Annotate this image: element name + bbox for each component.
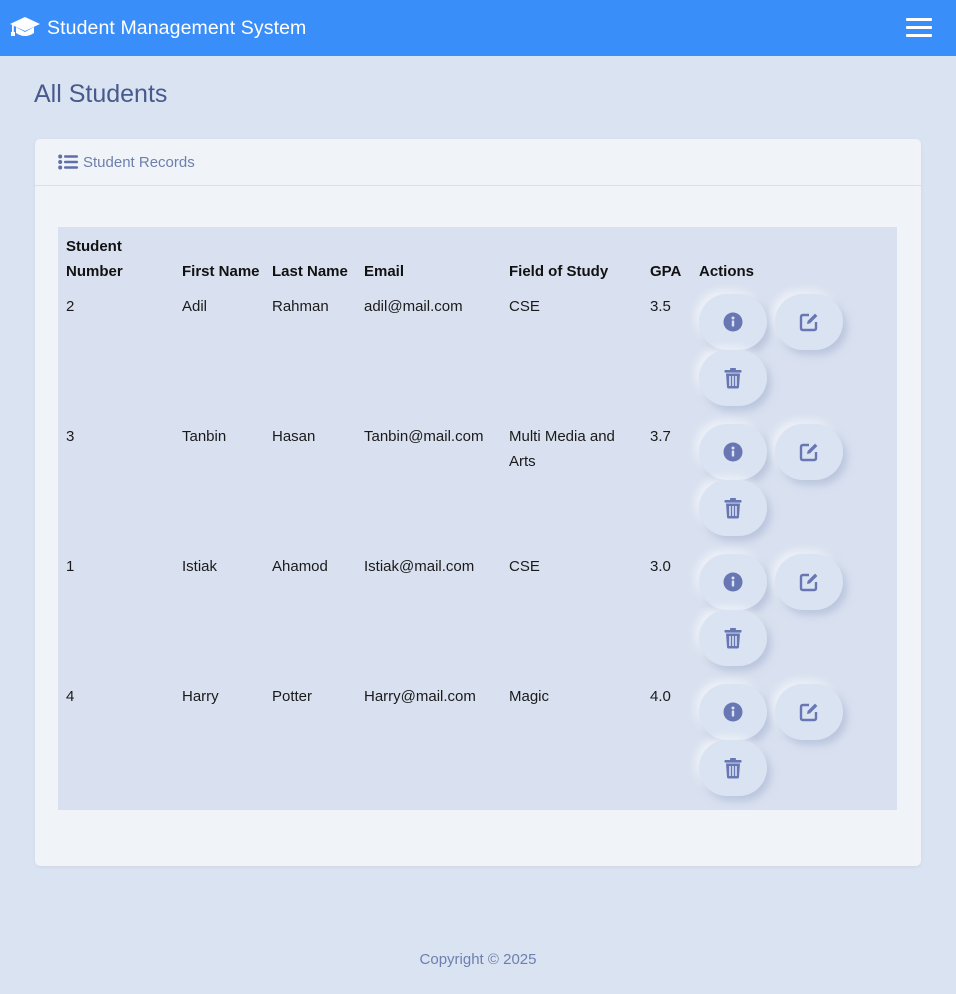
delete-button[interactable] (699, 350, 767, 406)
cell-email: Istiak@mail.com (364, 558, 475, 575)
delete-button[interactable] (699, 480, 767, 536)
table-row: 4 Harry Potter Harry@mail.com Magic 4.0 (58, 682, 897, 812)
navbar: Student Management System (0, 0, 956, 56)
cell-student-number: 4 (66, 688, 75, 705)
cell-gpa: 3.7 (650, 428, 671, 445)
trash-icon (724, 367, 742, 389)
cell-actions (699, 552, 897, 682)
cell-first-name: Istiak (182, 558, 218, 575)
cell-last-name: Potter (272, 688, 313, 705)
cell-student-number: 3 (66, 428, 75, 445)
cell-email: Tanbin@mail.com (364, 428, 484, 445)
edit-icon (799, 572, 819, 592)
row-actions (699, 684, 859, 809)
cell-first-name: Adil (182, 298, 208, 315)
col-email: Email (364, 263, 405, 280)
cell-email: Harry@mail.com (364, 688, 476, 705)
trash-icon (724, 757, 742, 779)
list-icon (58, 154, 78, 170)
card-header: Student Records (35, 139, 921, 186)
cell-field-of-study: Magic (509, 688, 550, 705)
page-title: All Students (34, 80, 168, 108)
edit-button[interactable] (775, 294, 843, 350)
table-row: 1 Istiak Ahamod Istiak@mail.com CSE 3.0 (58, 552, 897, 682)
info-icon (723, 442, 743, 462)
view-details-button[interactable] (699, 294, 767, 350)
row-actions (699, 294, 859, 419)
col-gpa: GPA (650, 263, 682, 280)
col-last-name: Last Name (272, 263, 348, 280)
table-row: 2 Adil Rahman adil@mail.com CSE 3.5 (58, 292, 897, 422)
cell-field-of-study: CSE (509, 298, 540, 315)
cell-last-name: Ahamod (272, 558, 328, 575)
cell-field-of-study: CSE (509, 558, 540, 575)
trash-icon (724, 627, 742, 649)
edit-icon (799, 702, 819, 722)
card-header-title: Student Records (83, 153, 195, 171)
edit-button[interactable] (775, 554, 843, 610)
edit-button[interactable] (775, 684, 843, 740)
hamburger-menu-icon[interactable] (906, 16, 932, 38)
col-first-name: First Name (182, 263, 260, 280)
info-icon (723, 312, 743, 332)
info-icon (723, 702, 743, 722)
students-table-wrapper: Student Number First Name Last Name Emai… (58, 227, 897, 810)
cell-first-name: Tanbin (182, 428, 227, 445)
view-details-button[interactable] (699, 684, 767, 740)
cell-last-name: Rahman (272, 298, 329, 315)
cell-student-number: 1 (66, 558, 75, 575)
view-details-button[interactable] (699, 424, 767, 480)
graduation-cap-icon (9, 16, 41, 40)
table-header-row: Student Number First Name Last Name Emai… (58, 227, 897, 292)
student-records-card: Student Records Student Number First Nam… (35, 139, 921, 866)
table-row: 3 Tanbin Hasan Tanbin@mail.com Multi Med… (58, 422, 897, 552)
col-actions: Actions (699, 263, 755, 280)
cell-student-number: 2 (66, 298, 75, 315)
cell-first-name: Harry (182, 688, 219, 705)
cell-actions (699, 292, 897, 422)
cell-gpa: 3.0 (650, 558, 671, 575)
cell-email: adil@mail.com (364, 298, 463, 315)
cell-actions (699, 422, 897, 552)
col-field-of-study: Field of Study (509, 263, 609, 280)
edit-icon (799, 312, 819, 332)
cell-field-of-study: Multi Media and Arts (509, 428, 615, 470)
delete-button[interactable] (699, 610, 767, 666)
row-actions (699, 424, 859, 549)
cell-gpa: 4.0 (650, 688, 671, 705)
cell-gpa: 3.5 (650, 298, 671, 315)
cell-last-name: Hasan (272, 428, 316, 445)
edit-button[interactable] (775, 424, 843, 480)
delete-button[interactable] (699, 740, 767, 796)
footer-copyright: Copyright © 2025 (419, 951, 537, 968)
cell-actions (699, 682, 897, 812)
view-details-button[interactable] (699, 554, 767, 610)
brand-link[interactable]: Student Management System (9, 16, 306, 40)
brand-title: Student Management System (47, 16, 307, 39)
col-student-number: Student Number (66, 238, 123, 280)
edit-icon (799, 442, 819, 462)
students-table: Student Number First Name Last Name Emai… (58, 227, 897, 812)
row-actions (699, 554, 859, 679)
info-icon (723, 572, 743, 592)
trash-icon (724, 497, 742, 519)
